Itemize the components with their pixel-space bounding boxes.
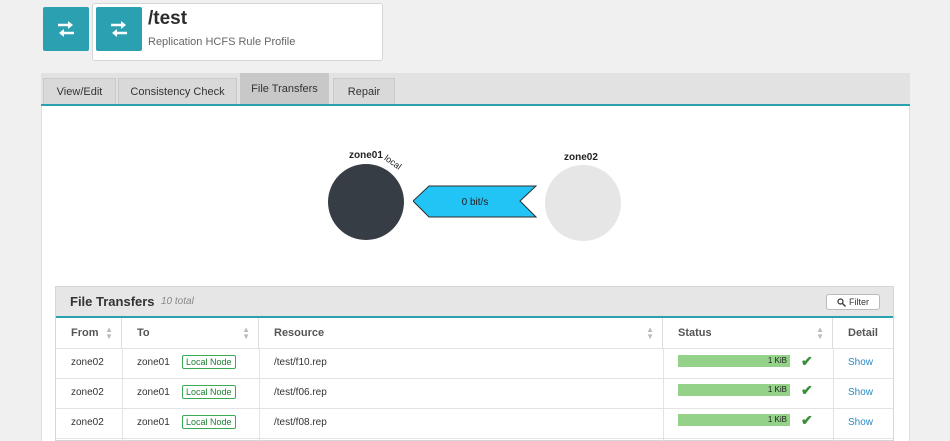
column-from[interactable]: From ▲ ▼	[56, 318, 122, 348]
row-resource: /test/f08.rep	[274, 417, 327, 428]
column-resource-label: Resource	[274, 327, 325, 339]
row-resource: /test/f10.rep	[274, 357, 327, 368]
status-progress-bar: 1 KiB	[678, 355, 790, 367]
column-to-label: To	[137, 327, 150, 339]
check-icon: ✔	[801, 412, 813, 428]
swap-arrows-icon	[58, 21, 74, 37]
swap-arrows-icon	[111, 21, 127, 37]
row-to: zone01	[137, 387, 170, 398]
local-node-badge: Local Node	[182, 385, 236, 399]
local-zone-node[interactable]	[328, 164, 404, 240]
show-detail-link[interactable]: Show	[848, 387, 873, 398]
local-node-badge: Local Node	[182, 415, 236, 429]
tab-consistency-check[interactable]: Consistency Check	[118, 78, 237, 104]
column-divider	[663, 348, 664, 441]
row-divider	[56, 378, 893, 379]
column-status[interactable]: Status ▲ ▼	[663, 318, 833, 348]
row-divider	[56, 408, 893, 409]
tab-repair[interactable]: Repair	[333, 78, 395, 104]
status-progress-bar: 1 KiB	[678, 414, 790, 426]
replication-icon-box[interactable]	[43, 7, 89, 51]
check-icon: ✔	[801, 353, 813, 369]
column-detail-label: Detail	[848, 327, 878, 339]
filter-button[interactable]: Filter	[826, 294, 880, 310]
column-resource[interactable]: Resource ▲ ▼	[259, 318, 663, 348]
sort-icon: ▲ ▼	[646, 325, 654, 341]
sort-icon: ▲ ▼	[105, 325, 113, 341]
page-subtitle: Replication HCFS Rule Profile	[148, 36, 296, 48]
row-from: zone02	[71, 387, 104, 398]
sort-icon: ▲ ▼	[816, 325, 824, 341]
column-detail: Detail	[833, 318, 893, 348]
rule-icon-box	[96, 7, 142, 51]
show-detail-link[interactable]: Show	[848, 357, 873, 368]
column-status-label: Status	[678, 327, 712, 339]
tab-file-transfers[interactable]: File Transfers	[240, 73, 329, 104]
page-title: /test	[148, 8, 188, 29]
remote-zone-node[interactable]	[545, 165, 621, 241]
row-from: zone02	[71, 417, 104, 428]
search-icon	[837, 297, 846, 307]
column-to[interactable]: To ▲ ▼	[122, 318, 259, 348]
row-divider	[56, 348, 893, 349]
row-to: zone01	[137, 417, 170, 428]
column-divider	[122, 348, 123, 441]
local-zone-label: zone01	[349, 150, 383, 161]
show-detail-link[interactable]: Show	[848, 417, 873, 428]
tab-view-edit[interactable]: View/Edit	[43, 78, 116, 104]
column-from-label: From	[71, 327, 99, 339]
panel-title: File Transfers	[70, 294, 155, 309]
column-divider	[833, 348, 834, 441]
transfer-rate-label: 0 bit/s	[461, 197, 489, 208]
local-node-badge: Local Node	[182, 355, 236, 369]
row-divider	[56, 438, 893, 439]
row-to: zone01	[137, 357, 170, 368]
column-divider	[259, 348, 260, 441]
transfer-count: 10 total	[161, 296, 194, 307]
sort-icon: ▲ ▼	[242, 325, 250, 341]
remote-zone-label: zone02	[564, 152, 598, 163]
status-progress-bar: 1 KiB	[678, 384, 790, 396]
check-icon: ✔	[801, 382, 813, 398]
row-from: zone02	[71, 357, 104, 368]
row-resource: /test/f06.rep	[274, 387, 327, 398]
filter-label: Filter	[849, 297, 869, 307]
